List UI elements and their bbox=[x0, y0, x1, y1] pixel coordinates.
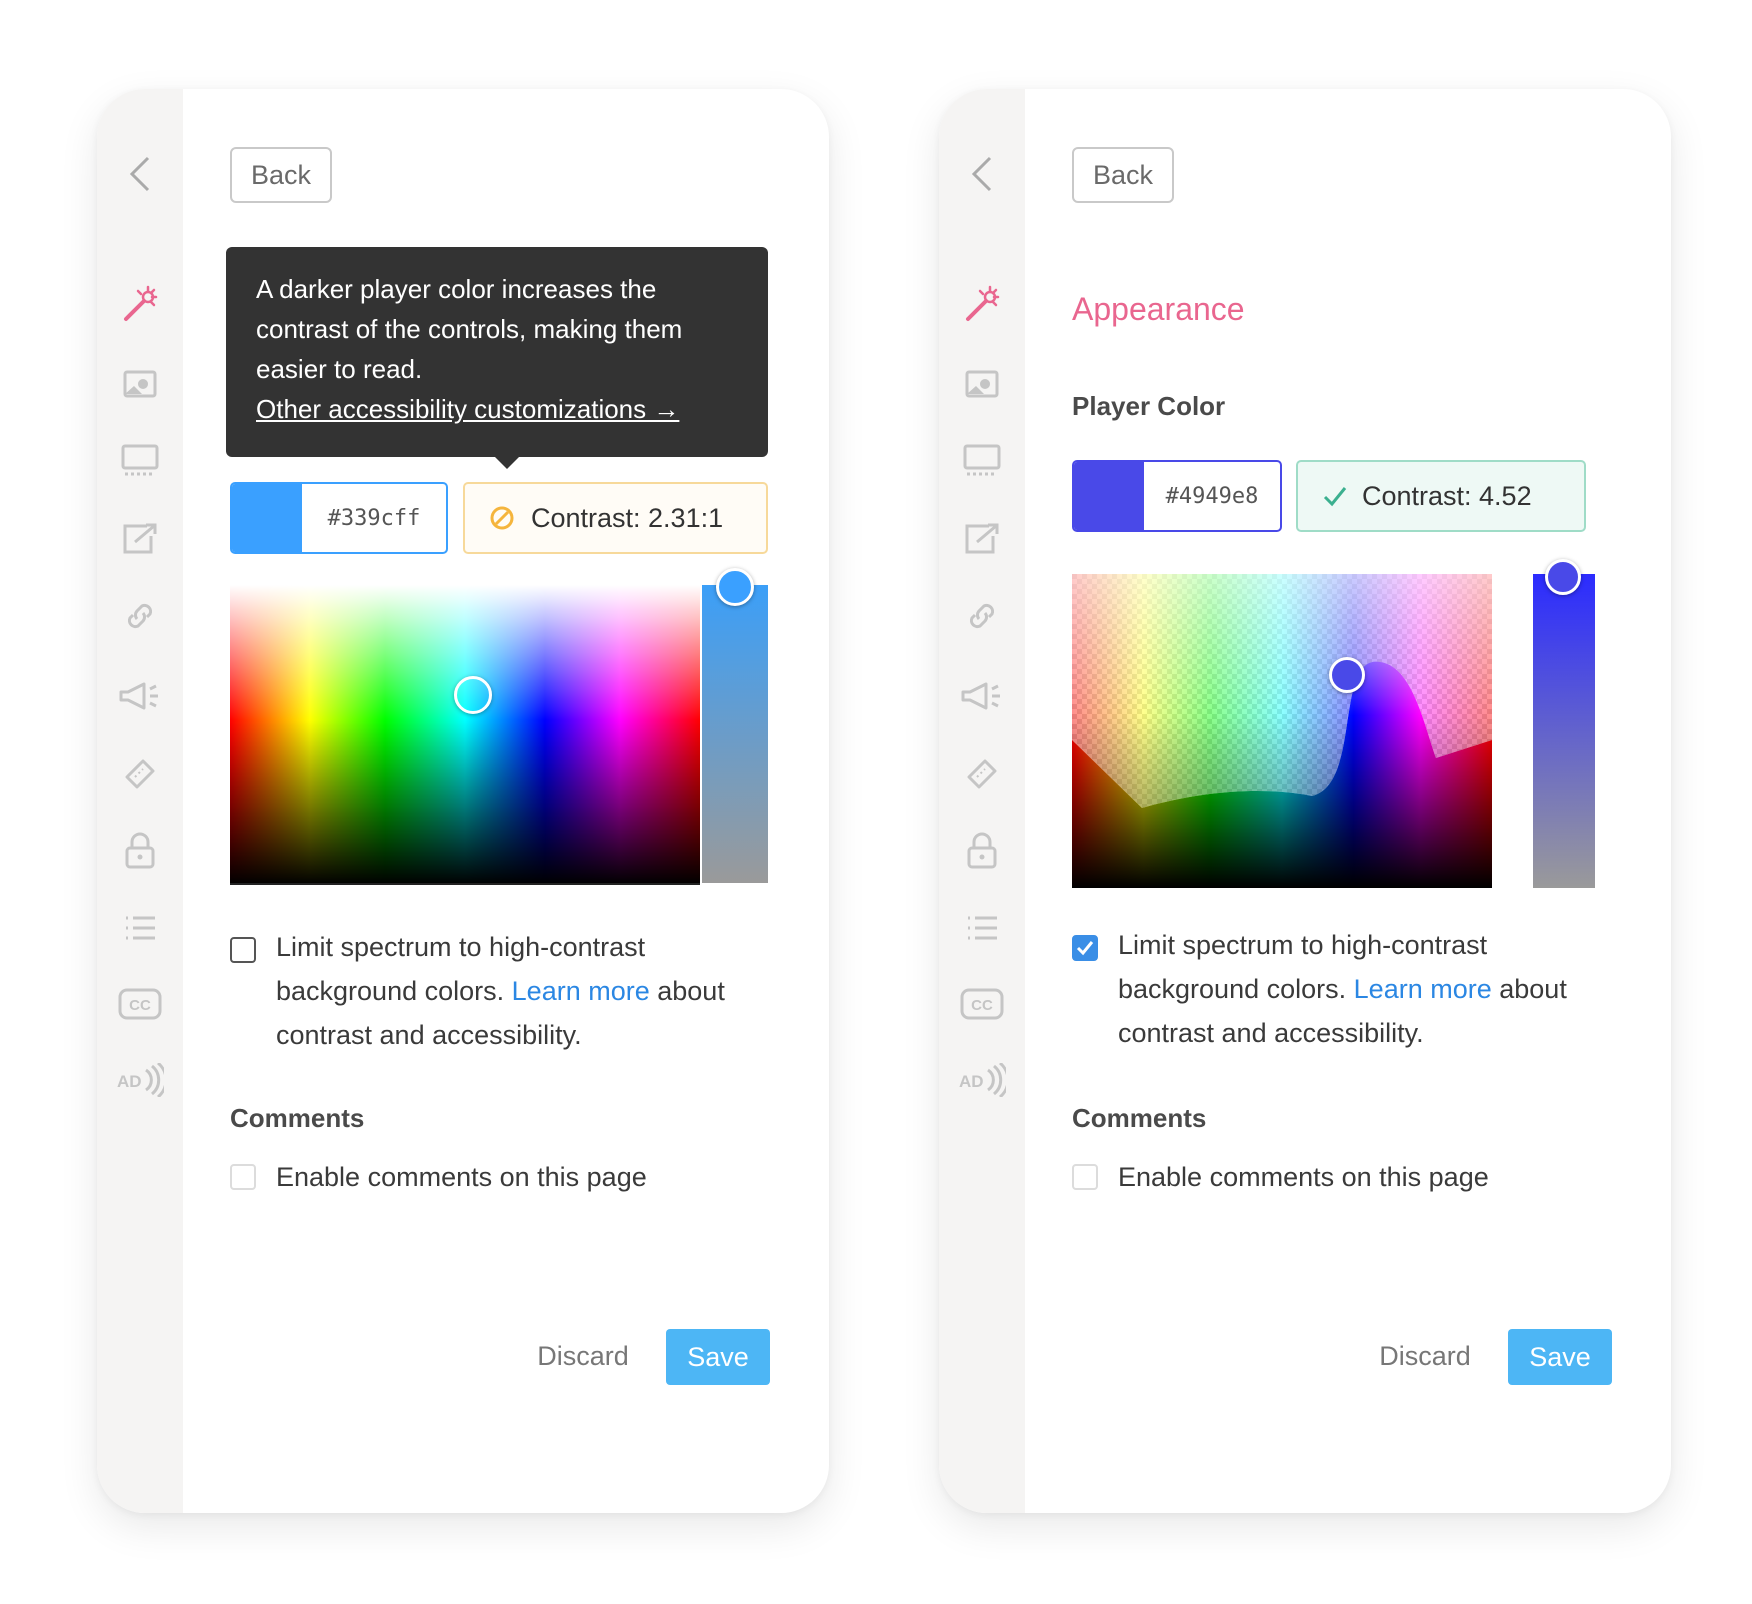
closed-captions-icon[interactable]: CC bbox=[115, 979, 165, 1029]
sidebar-rail: CC AD bbox=[97, 89, 183, 1513]
limit-spectrum-text: Limit spectrum to high-contrast backgrou… bbox=[276, 932, 725, 1050]
ticket-icon[interactable] bbox=[115, 749, 165, 799]
tooltip-text: A darker player color increases the cont… bbox=[256, 274, 683, 384]
share-icon[interactable] bbox=[115, 513, 165, 563]
contrast-pass-badge: Contrast: 4.52 bbox=[1296, 460, 1586, 532]
image-icon[interactable] bbox=[957, 359, 1007, 409]
comments-checkbox[interactable] bbox=[230, 1164, 256, 1190]
brightness-handle[interactable] bbox=[716, 568, 754, 606]
learn-more-link[interactable]: Learn more bbox=[512, 976, 650, 1006]
panel-content: Back A darker player color increases the… bbox=[183, 89, 829, 1513]
appearance-heading: Appearance bbox=[1072, 291, 1245, 327]
checkbox-check-icon bbox=[1076, 941, 1094, 956]
checkmark-icon bbox=[1322, 483, 1348, 509]
svg-text:CC: CC bbox=[971, 997, 993, 1014]
color-swatch bbox=[1074, 462, 1144, 530]
magic-wand-icon[interactable] bbox=[115, 280, 165, 330]
discard-button[interactable]: Discard bbox=[533, 1329, 633, 1383]
back-button[interactable]: Back bbox=[230, 147, 332, 203]
svg-text:AD: AD bbox=[959, 1072, 984, 1091]
limit-spectrum-checkbox[interactable] bbox=[1072, 935, 1098, 961]
magic-wand-icon[interactable] bbox=[957, 280, 1007, 330]
brightness-slider[interactable] bbox=[702, 585, 768, 883]
monitor-icon[interactable] bbox=[957, 435, 1007, 485]
accessibility-tooltip: A darker player color increases the cont… bbox=[226, 247, 768, 469]
comments-option: Enable comments on this page bbox=[230, 1155, 770, 1199]
list-icon[interactable] bbox=[957, 903, 1007, 953]
comments-checkbox-label: Enable comments on this page bbox=[1118, 1162, 1489, 1192]
player-color-label: Player Color bbox=[1072, 391, 1226, 421]
chevron-left-icon[interactable] bbox=[957, 149, 1007, 199]
lock-icon[interactable] bbox=[115, 826, 165, 876]
contrast-label: Contrast: 4.52 bbox=[1362, 480, 1532, 511]
back-button[interactable]: Back bbox=[1072, 147, 1174, 203]
closed-captions-icon[interactable]: CC bbox=[957, 979, 1007, 1029]
save-button[interactable]: Save bbox=[1508, 1329, 1612, 1385]
audio-description-icon[interactable]: AD bbox=[115, 1055, 165, 1105]
color-spectrum[interactable] bbox=[230, 585, 700, 885]
discard-button[interactable]: Discard bbox=[1375, 1329, 1475, 1383]
settings-panel-right: CC AD Back Appearance Player Color #4949… bbox=[939, 89, 1671, 1513]
brightness-slider[interactable] bbox=[1533, 574, 1595, 888]
sidebar-rail: CC AD bbox=[939, 89, 1025, 1513]
share-icon[interactable] bbox=[957, 513, 1007, 563]
limit-spectrum-option: Limit spectrum to high-contrast backgrou… bbox=[1072, 925, 1612, 1065]
monitor-icon[interactable] bbox=[115, 435, 165, 485]
lock-icon[interactable] bbox=[957, 826, 1007, 876]
comments-heading: Comments bbox=[230, 1103, 365, 1133]
link-icon[interactable] bbox=[115, 591, 165, 641]
comments-heading: Comments bbox=[1072, 1103, 1207, 1133]
contrast-label: Contrast: 2.31:1 bbox=[531, 502, 724, 533]
comments-checkbox[interactable] bbox=[1072, 1164, 1098, 1190]
list-icon[interactable] bbox=[115, 903, 165, 953]
color-swatch bbox=[232, 484, 302, 552]
spectrum-handle[interactable] bbox=[1329, 657, 1365, 693]
brightness-handle[interactable] bbox=[1545, 559, 1581, 595]
learn-more-link[interactable]: Learn more bbox=[1354, 974, 1492, 1004]
chevron-left-icon[interactable] bbox=[115, 149, 165, 199]
color-input[interactable]: #339cff bbox=[230, 482, 448, 554]
link-icon[interactable] bbox=[957, 591, 1007, 641]
image-icon[interactable] bbox=[115, 359, 165, 409]
warning-circle-icon bbox=[489, 505, 515, 531]
hex-value[interactable]: #339cff bbox=[302, 484, 446, 552]
limit-spectrum-option: Limit spectrum to high-contrast backgrou… bbox=[230, 927, 770, 1067]
comments-checkbox-label: Enable comments on this page bbox=[276, 1162, 647, 1192]
ticket-icon[interactable] bbox=[957, 749, 1007, 799]
hex-value[interactable]: #4949e8 bbox=[1144, 462, 1280, 530]
color-input[interactable]: #4949e8 bbox=[1072, 460, 1282, 532]
save-button[interactable]: Save bbox=[666, 1329, 770, 1385]
svg-text:AD: AD bbox=[117, 1072, 142, 1091]
limit-spectrum-text: Limit spectrum to high-contrast backgrou… bbox=[1118, 930, 1567, 1048]
limited-color-spectrum[interactable] bbox=[1072, 574, 1542, 888]
settings-panel-left: CC AD Back A darker player color increas… bbox=[97, 89, 829, 1513]
megaphone-icon[interactable] bbox=[115, 671, 165, 721]
svg-text:CC: CC bbox=[129, 997, 151, 1014]
accessibility-link[interactable]: Other accessibility customizations → bbox=[256, 389, 738, 429]
spectrum-handle[interactable] bbox=[454, 676, 492, 714]
panel-content: Back Appearance Player Color #4949e8 Con… bbox=[1025, 89, 1671, 1513]
comments-option: Enable comments on this page bbox=[1072, 1155, 1612, 1199]
megaphone-icon[interactable] bbox=[957, 671, 1007, 721]
audio-description-icon[interactable]: AD bbox=[957, 1055, 1007, 1105]
limit-spectrum-checkbox[interactable] bbox=[230, 937, 256, 963]
contrast-warning-badge: Contrast: 2.31:1 bbox=[463, 482, 768, 554]
